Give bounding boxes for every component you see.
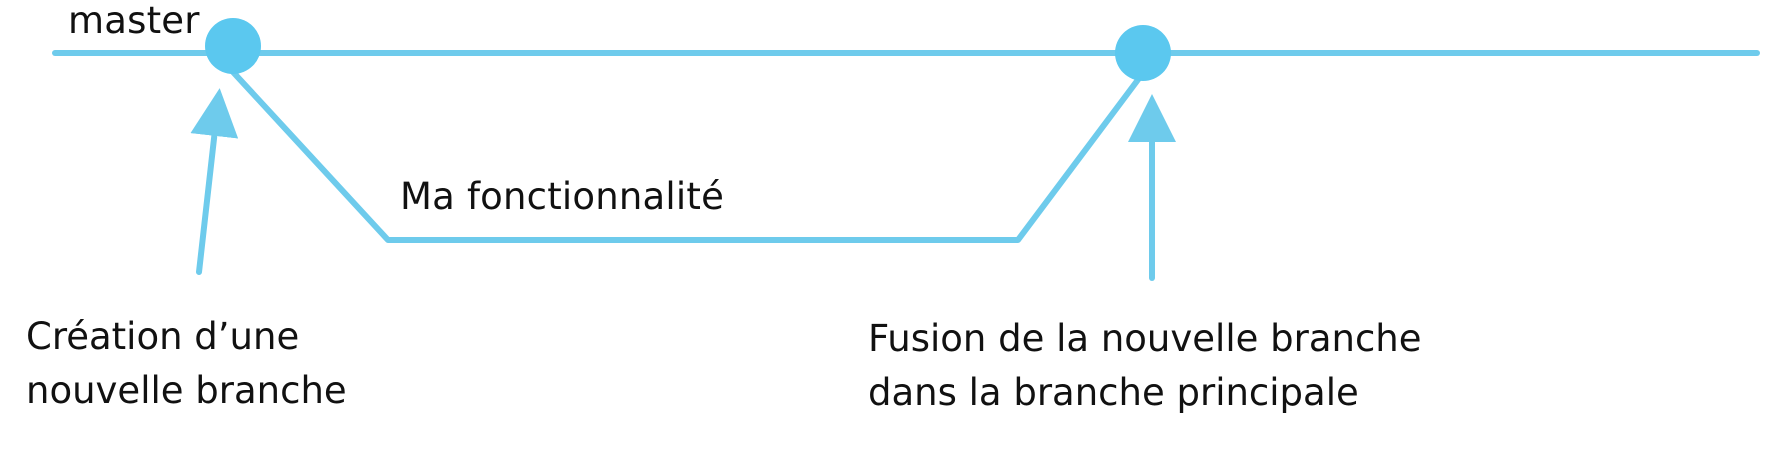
branch-creation-caption-line2: nouvelle branche [26, 369, 347, 412]
merge-point-node [1115, 25, 1171, 81]
branch-merge-caption-line2: dans la branche principale [868, 371, 1359, 414]
main-branch-label: master [68, 0, 200, 42]
feature-branch-label: Ma fonctionnalité [400, 175, 725, 218]
branch-creation-caption-line1: Création d’une [26, 315, 300, 358]
branch-merge-caption: Fusion de la nouvelle branche dans la br… [868, 312, 1422, 420]
creation-arrow [190, 88, 239, 275]
git-branch-diagram: master Ma fonctionnalité Création d’une … [0, 0, 1767, 466]
branch-point-node [205, 18, 261, 74]
branch-creation-caption: Création d’une nouvelle branche [26, 310, 347, 418]
branch-merge-caption-line1: Fusion de la nouvelle branche [868, 317, 1422, 360]
